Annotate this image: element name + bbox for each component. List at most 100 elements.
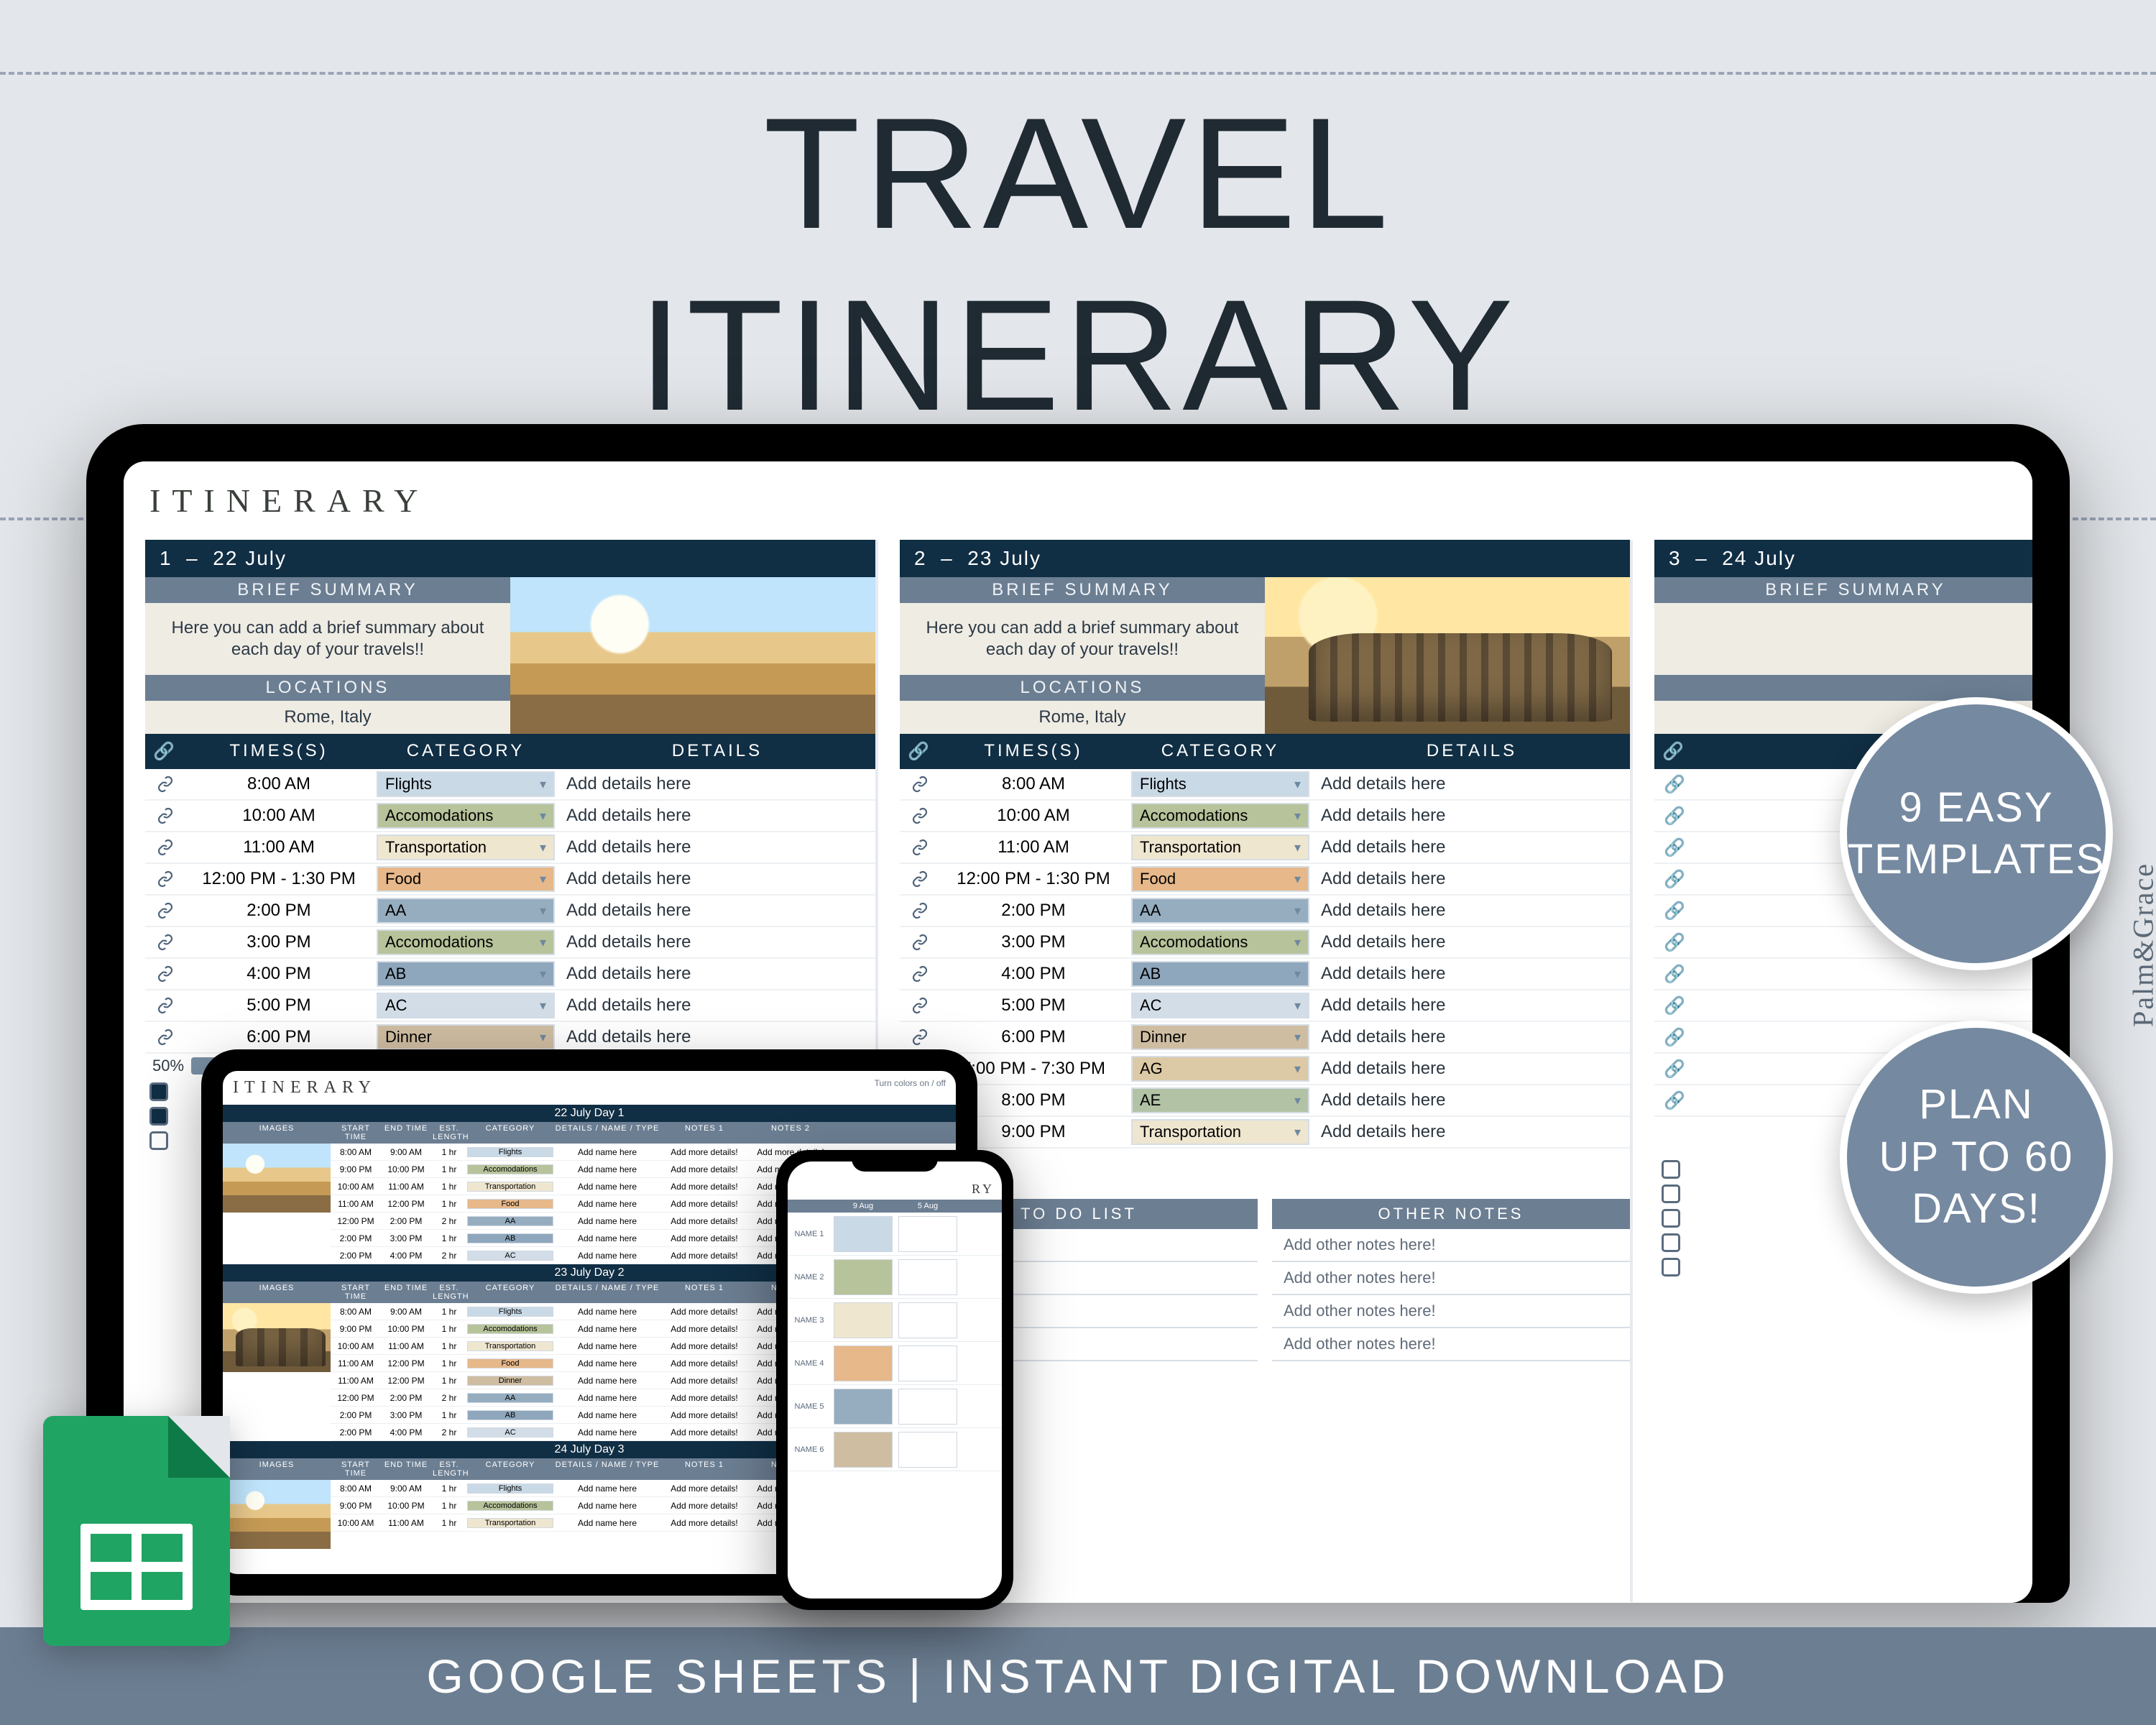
link-icon[interactable] [145,1029,185,1046]
checkbox[interactable] [1662,1233,1680,1252]
details-cell[interactable]: Add details here [1314,1027,1630,1047]
checkbox[interactable] [1662,1160,1680,1179]
category-dropdown[interactable]: Transportation [467,1182,553,1192]
time-cell[interactable]: 3:00 PM [185,932,372,952]
color-toggle-label[interactable]: Turn colors on / off [875,1078,946,1098]
tablet-name-cell[interactable]: Add name here [553,1393,661,1403]
color-swatch-empty[interactable] [898,1259,957,1295]
details-cell[interactable]: Add details here [559,964,875,984]
category-dropdown[interactable]: Transportation [467,1518,553,1528]
other-note-line[interactable]: Add other notes here! [1272,1295,1630,1328]
time-cell[interactable]: 3:00 PM [940,932,1127,952]
tablet-details-cell[interactable]: Add more details! [661,1199,747,1209]
tablet-name-cell[interactable]: Add name here [553,1307,661,1317]
link-icon[interactable] [145,902,185,919]
tablet-details-cell[interactable]: Add more details! [661,1358,747,1368]
category-dropdown[interactable]: Accomodations▾ [377,929,555,955]
tablet-details-cell[interactable]: Add more details! [661,1164,747,1174]
tablet-details-cell[interactable]: Add more details! [661,1251,747,1261]
details-cell[interactable]: Add details here [1314,932,1630,952]
tablet-name-cell[interactable]: Add name here [553,1410,661,1420]
time-cell[interactable]: 4:00 PM [940,964,1127,984]
category-dropdown[interactable]: AA▾ [377,898,555,924]
tablet-name-cell[interactable]: Add name here [553,1147,661,1157]
color-swatch[interactable] [834,1389,893,1425]
category-dropdown[interactable]: Food▾ [1131,866,1309,892]
details-cell[interactable]: Add details here [1314,964,1630,984]
time-cell[interactable]: 12:00 PM - 1:30 PM [185,869,372,889]
link-icon[interactable] [900,839,940,856]
link-icon[interactable] [900,1029,940,1046]
tablet-details-cell[interactable]: Add more details! [661,1324,747,1334]
time-cell[interactable]: 12:00 PM - 1:30 PM [940,869,1127,889]
time-cell[interactable]: 8:00 AM [940,774,1127,794]
category-dropdown[interactable]: Dinner [467,1376,553,1386]
category-dropdown[interactable]: AA [467,1393,553,1403]
category-dropdown[interactable]: AC [467,1251,553,1261]
category-dropdown[interactable]: Transportation▾ [377,834,555,860]
checkbox[interactable] [1662,1184,1680,1203]
tablet-details-cell[interactable]: Add more details! [661,1393,747,1403]
time-cell[interactable]: 6:00 PM [940,1027,1127,1047]
category-dropdown[interactable]: AA [467,1216,553,1226]
tablet-name-cell[interactable]: Add name here [553,1427,661,1438]
details-cell[interactable]: Add details here [1314,774,1630,794]
tablet-details-cell[interactable]: Add more details! [661,1307,747,1317]
details-cell[interactable]: Add details here [559,932,875,952]
tablet-name-cell[interactable]: Add name here [553,1484,661,1494]
category-dropdown[interactable]: Food▾ [377,866,555,892]
checkbox[interactable] [1662,1209,1680,1228]
details-cell[interactable]: Add details here [1314,806,1630,826]
tablet-details-cell[interactable]: Add more details! [661,1427,747,1438]
checkbox[interactable] [149,1131,168,1150]
color-swatch[interactable] [834,1259,893,1295]
details-cell[interactable]: Add details here [1314,1090,1630,1110]
link-icon[interactable] [900,807,940,824]
tablet-details-cell[interactable]: Add more details! [661,1518,747,1528]
tablet-name-cell[interactable]: Add name here [553,1182,661,1192]
other-note-line[interactable]: Add other notes here! [1272,1229,1630,1262]
link-icon[interactable] [900,776,940,793]
details-cell[interactable]: Add details here [559,837,875,857]
category-dropdown[interactable]: Food [467,1199,553,1209]
category-dropdown[interactable]: Accomodations▾ [377,803,555,829]
time-cell[interactable]: 8:00 AM [185,774,372,794]
category-dropdown[interactable]: Flights▾ [377,771,555,797]
color-swatch-empty[interactable] [898,1216,957,1252]
tablet-name-cell[interactable]: Add name here [553,1501,661,1511]
category-dropdown[interactable]: AG▾ [1131,1056,1309,1082]
tablet-details-cell[interactable]: Add more details! [661,1376,747,1386]
link-icon[interactable] [145,776,185,793]
details-cell[interactable]: Add details here [559,901,875,921]
tablet-name-cell[interactable]: Add name here [553,1341,661,1351]
time-cell[interactable]: 10:00 AM [185,806,372,826]
tablet-details-cell[interactable]: Add more details! [661,1484,747,1494]
link-icon[interactable] [900,870,940,888]
category-dropdown[interactable]: AC [467,1427,553,1438]
details-cell[interactable]: Add details here [1314,1059,1630,1079]
details-cell[interactable]: Add details here [559,774,875,794]
link-icon[interactable] [145,839,185,856]
other-note-line[interactable]: Add other notes here! [1272,1328,1630,1361]
tablet-name-cell[interactable]: Add name here [553,1216,661,1226]
category-dropdown[interactable]: AA▾ [1131,898,1309,924]
color-swatch-empty[interactable] [898,1389,957,1425]
tablet-details-cell[interactable]: Add more details! [661,1341,747,1351]
category-dropdown[interactable]: Flights [467,1307,553,1317]
color-swatch[interactable] [834,1432,893,1468]
link-icon[interactable] [900,965,940,983]
checkbox[interactable] [1662,1258,1680,1276]
link-icon[interactable] [900,997,940,1014]
tablet-details-cell[interactable]: Add more details! [661,1233,747,1243]
other-note-line[interactable]: Add other notes here! [1272,1262,1630,1295]
category-dropdown[interactable]: AB▾ [377,961,555,987]
category-dropdown[interactable]: AB [467,1410,553,1420]
checkbox-checked[interactable] [149,1082,168,1101]
details-cell[interactable]: Add details here [1314,901,1630,921]
details-cell[interactable]: Add details here [1314,837,1630,857]
category-dropdown[interactable]: AB▾ [1131,961,1309,987]
time-cell[interactable]: 5:00 PM [185,995,372,1016]
category-dropdown[interactable]: AC▾ [377,993,555,1018]
link-icon[interactable] [145,807,185,824]
category-dropdown[interactable]: AE▾ [1131,1087,1309,1113]
